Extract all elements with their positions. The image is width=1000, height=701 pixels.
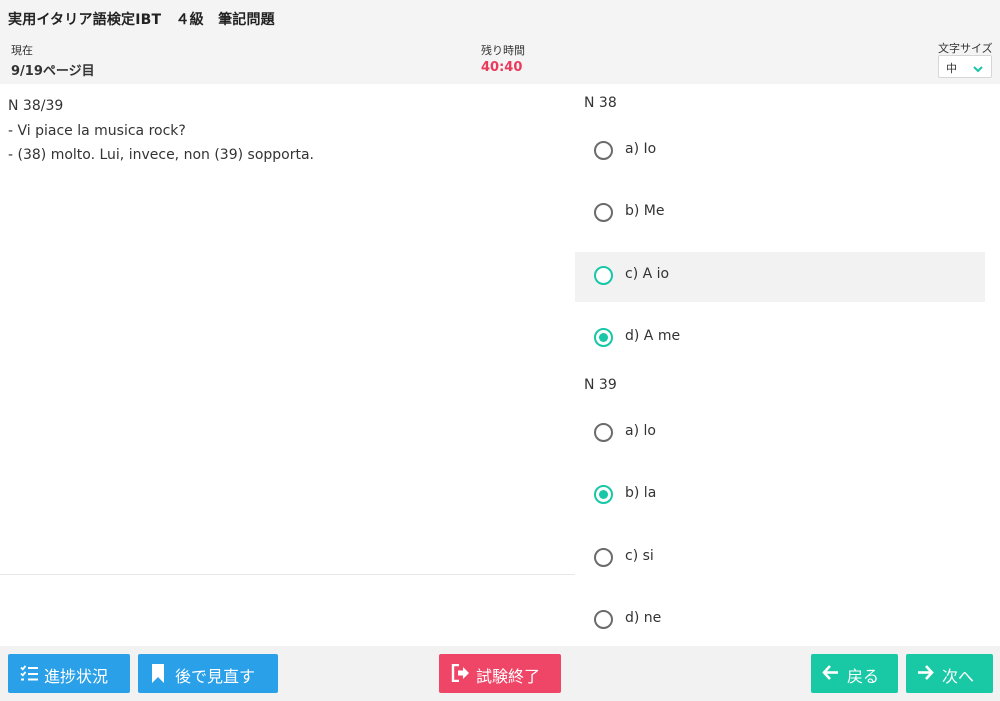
option-39-d[interactable]: d) ne bbox=[575, 596, 985, 646]
next-button[interactable]: 次へ bbox=[906, 654, 993, 693]
arrow-left-icon bbox=[822, 664, 839, 685]
option-38-c[interactable]: c) A io bbox=[575, 252, 985, 302]
checklist-icon bbox=[20, 664, 38, 686]
option-label: d) ne bbox=[625, 610, 662, 626]
option-39-c[interactable]: c) si bbox=[575, 534, 985, 584]
option-label: d) A me bbox=[625, 328, 681, 344]
next-button-label: 次へ bbox=[942, 667, 975, 686]
remaining-time-value: 40:40 bbox=[481, 60, 523, 75]
option-38-d[interactable]: d) A me bbox=[575, 314, 985, 364]
end-exam-button-label: 試験終了 bbox=[476, 667, 541, 686]
option-label: a) lo bbox=[625, 423, 656, 439]
option-label: b) Me bbox=[625, 203, 665, 219]
questions-panel[interactable]: N 38 a) Io b) Me c) A io d) A me N 39 a)… bbox=[575, 84, 985, 646]
arrow-right-icon bbox=[917, 664, 934, 685]
option-label: c) si bbox=[625, 548, 654, 564]
option-label: a) Io bbox=[625, 141, 657, 157]
current-page-label: 現在 bbox=[11, 44, 33, 57]
option-39-b[interactable]: b) la bbox=[575, 471, 985, 521]
passage-line: - (38) molto. Lui, invece, non (39) sopp… bbox=[8, 147, 315, 163]
end-exam-button[interactable]: 試験終了 bbox=[439, 654, 561, 693]
exam-title: 実用イタリア語検定IBT ４級 筆記問題 bbox=[8, 12, 275, 28]
chevron-down-icon bbox=[973, 60, 983, 79]
header-bar: 実用イタリア語検定IBT ４級 筆記問題 現在 9/19ページ目 残り時間 40… bbox=[0, 0, 1000, 84]
progress-button[interactable]: 進捗状況 bbox=[8, 654, 130, 693]
current-page-value: 9/19ページ目 bbox=[11, 64, 95, 79]
progress-button-label: 進捗状況 bbox=[44, 667, 109, 686]
bookmark-icon bbox=[151, 664, 165, 687]
radio-button[interactable] bbox=[594, 610, 613, 629]
option-39-a[interactable]: a) lo bbox=[575, 409, 985, 459]
review-later-button-label: 後で見直す bbox=[175, 667, 256, 686]
passage-text: N 38/39 - Vi piace la musica rock? - (38… bbox=[8, 94, 568, 168]
option-label: c) A io bbox=[625, 266, 670, 282]
back-button-label: 戻る bbox=[847, 667, 880, 686]
divider bbox=[0, 574, 575, 575]
radio-button[interactable] bbox=[594, 141, 613, 160]
remaining-time-label: 残り時間 bbox=[481, 44, 525, 57]
radio-button-checked[interactable] bbox=[594, 485, 613, 504]
radio-button[interactable] bbox=[594, 266, 613, 285]
question-title-38: N 38 bbox=[584, 95, 617, 111]
font-size-value: 中 bbox=[946, 62, 957, 75]
question-title-39: N 39 bbox=[584, 377, 617, 393]
font-size-label: 文字サイズ bbox=[938, 42, 993, 55]
radio-button-checked[interactable] bbox=[594, 328, 613, 347]
passage-number: N 38/39 bbox=[8, 98, 64, 114]
option-38-a[interactable]: a) Io bbox=[575, 127, 985, 177]
radio-button[interactable] bbox=[594, 548, 613, 567]
passage-line: - Vi piace la musica rock? bbox=[8, 122, 186, 139]
font-size-select[interactable]: 中 bbox=[938, 55, 992, 78]
radio-button[interactable] bbox=[594, 203, 613, 222]
sign-out-icon bbox=[451, 663, 471, 686]
option-38-b[interactable]: b) Me bbox=[575, 189, 985, 239]
review-later-button[interactable]: 後で見直す bbox=[138, 654, 278, 693]
option-label: b) la bbox=[625, 485, 657, 501]
radio-button[interactable] bbox=[594, 423, 613, 442]
back-button[interactable]: 戻る bbox=[811, 654, 898, 693]
footer-bar: 進捗状況 後で見直す 試験終了 戻る 次へ bbox=[0, 646, 1000, 701]
